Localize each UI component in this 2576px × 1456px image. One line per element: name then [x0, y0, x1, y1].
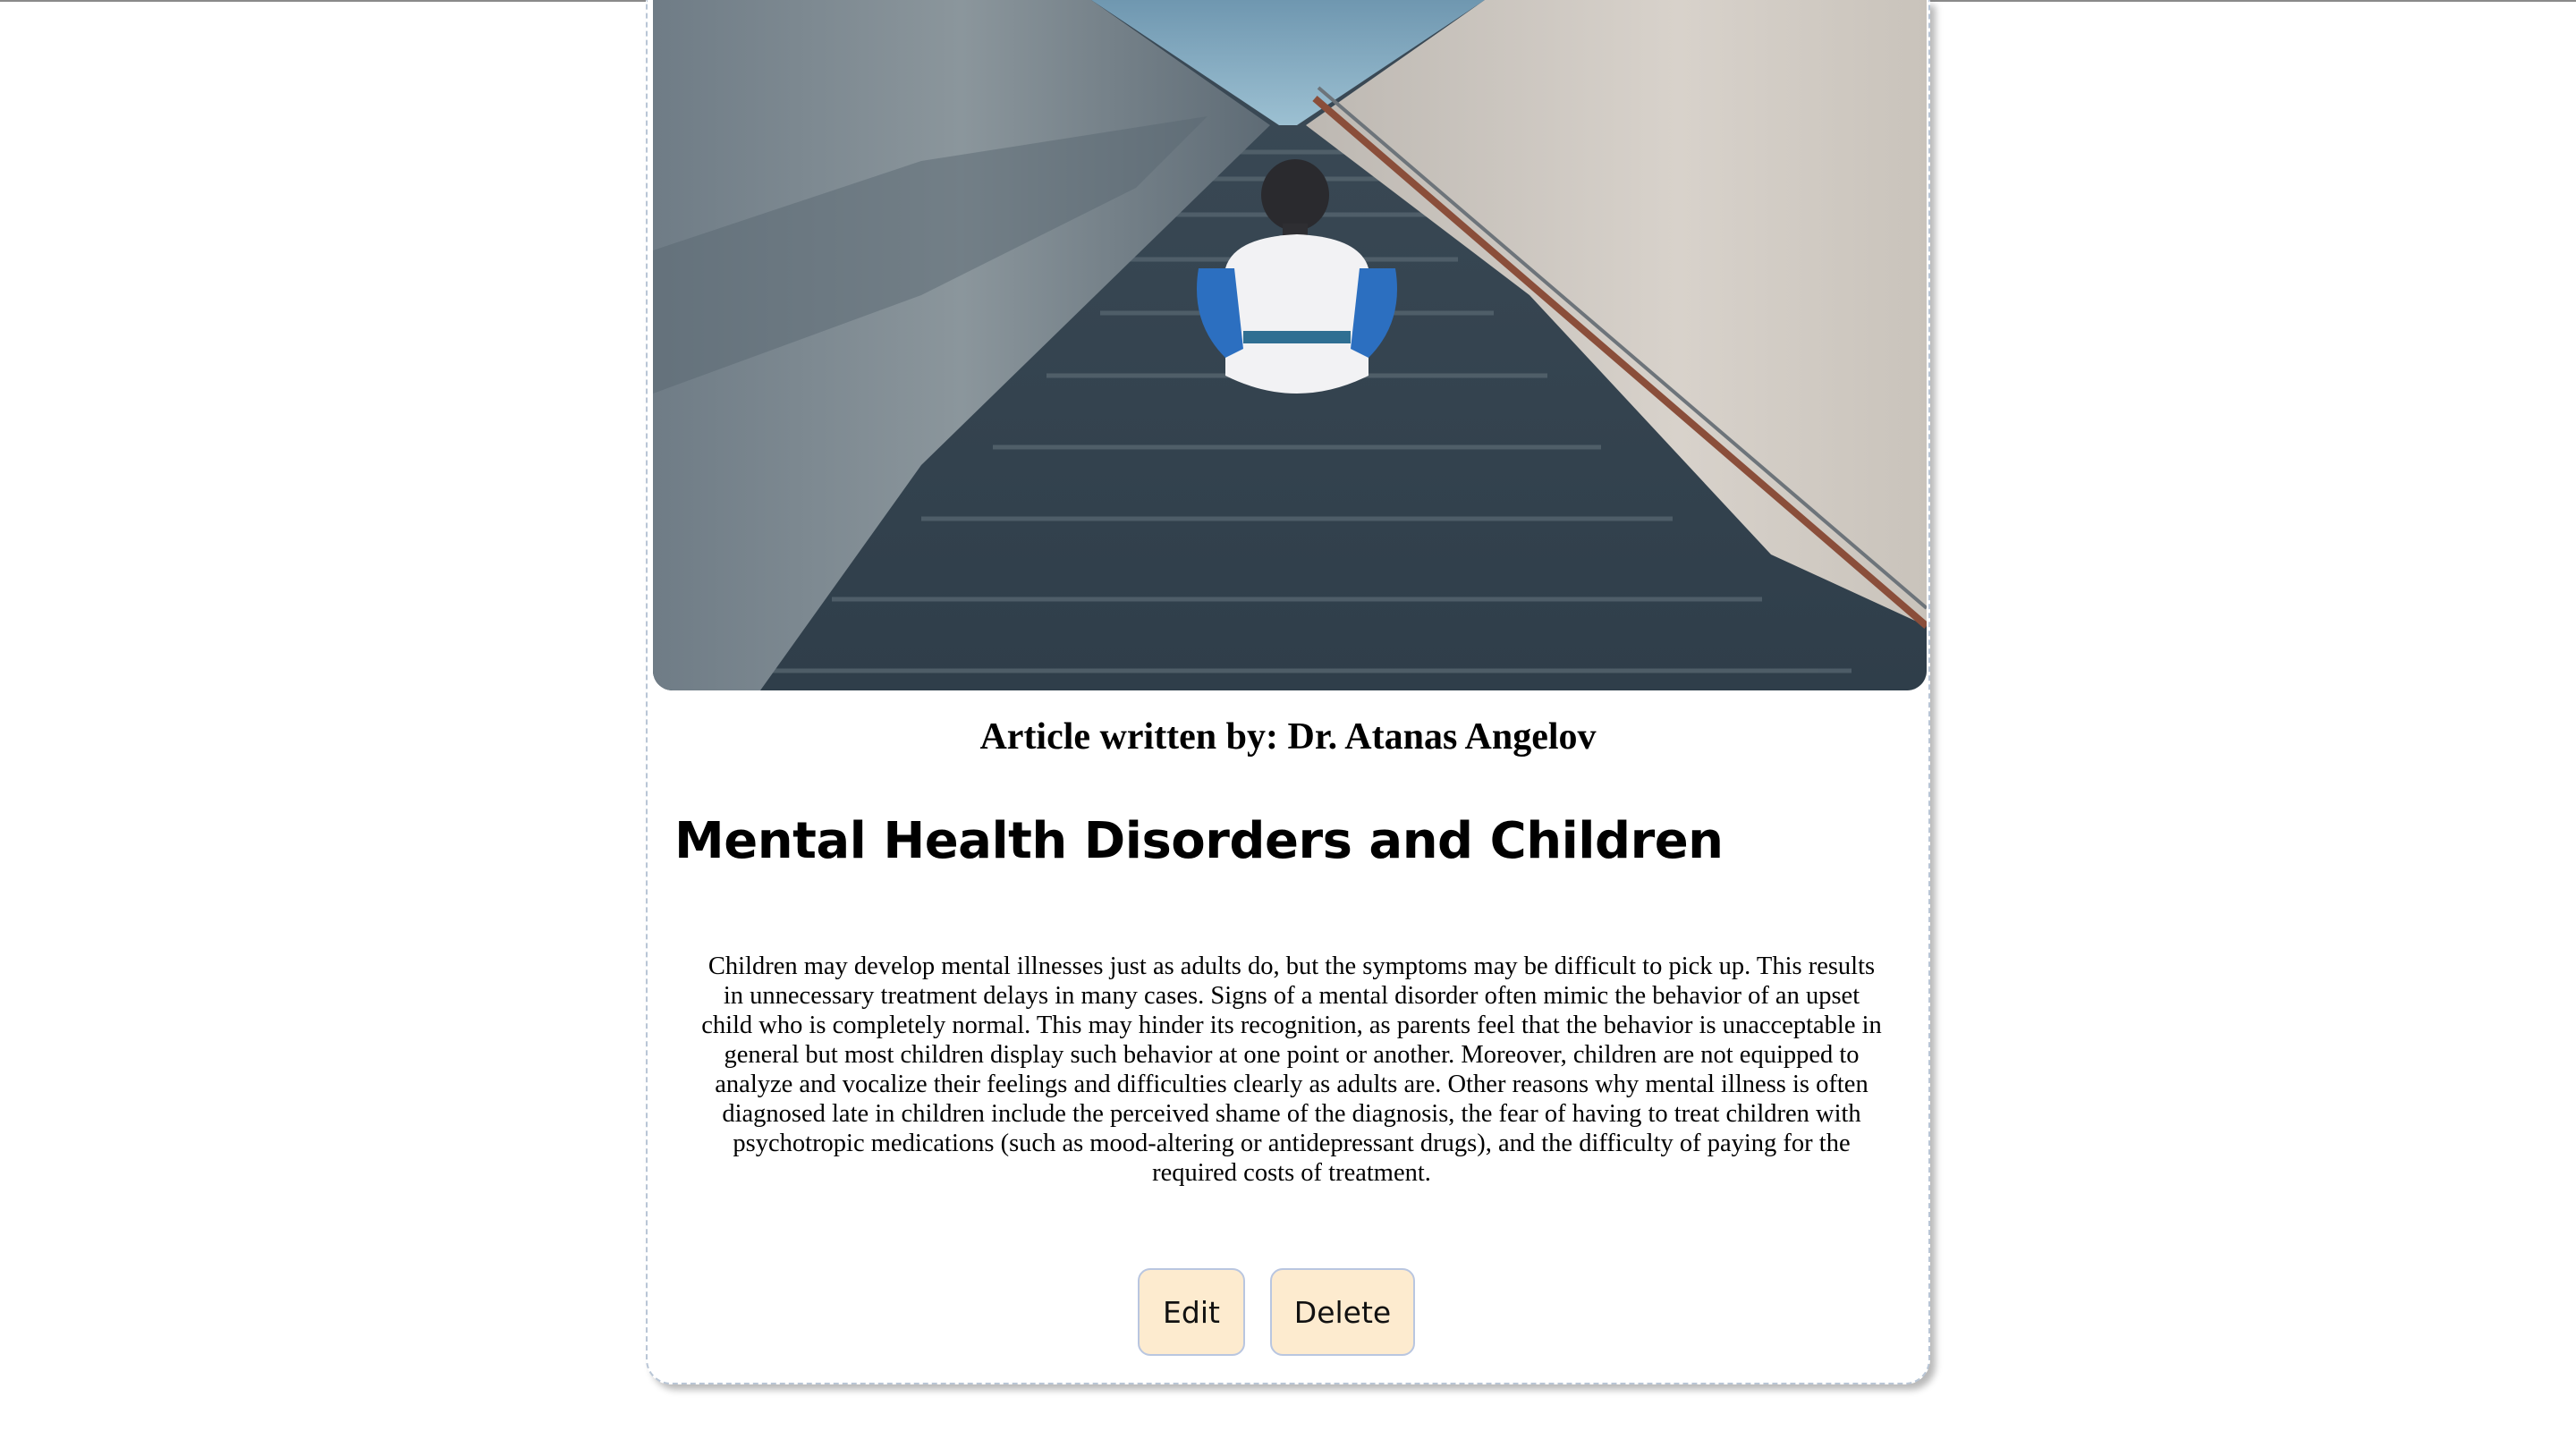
article-card: Article written by: Dr. Atanas Angelov M…	[646, 0, 1930, 1384]
edit-button[interactable]: Edit	[1138, 1268, 1245, 1356]
article-title: Mental Health Disorders and Children	[674, 812, 1724, 870]
article-author: Article written by: Dr. Atanas Angelov	[979, 716, 1597, 758]
delete-button[interactable]: Delete	[1270, 1268, 1415, 1356]
article-body: Children may develop mental illnesses ju…	[701, 952, 1882, 1187]
article-image	[653, 0, 1927, 690]
